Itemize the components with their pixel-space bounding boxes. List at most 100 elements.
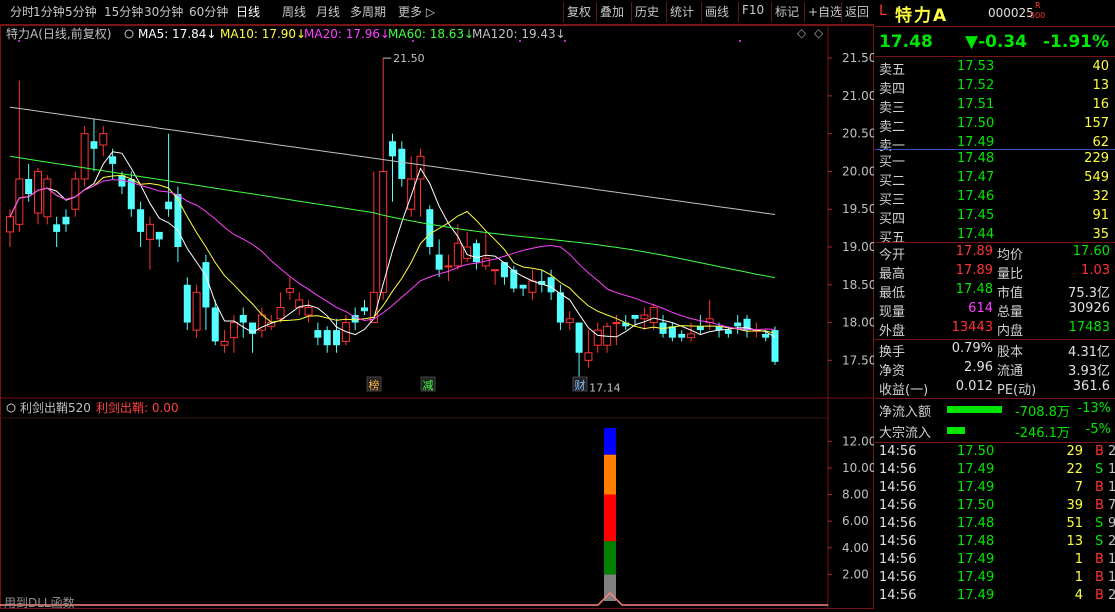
candle-body — [165, 201, 173, 210]
stat-value-b-3: 30926 — [1068, 301, 1110, 316]
candle-body — [565, 318, 574, 324]
stock-code: 000025 — [988, 6, 1034, 20]
stat-label-a-1: 最高 — [879, 267, 906, 282]
stat-label-a-2: 最低 — [879, 286, 906, 301]
candle-body — [6, 216, 14, 233]
tab-5[interactable]: 60分钟 — [189, 3, 228, 20]
trade-time-7: 14:56 — [879, 570, 917, 585]
trade-side-0: B — [1095, 444, 1104, 459]
trade-count-4: 9 — [1108, 516, 1115, 531]
ask-2-price: 17.51 — [957, 97, 995, 112]
candle-body — [584, 352, 593, 361]
code-badge-top: R — [1035, 1, 1041, 10]
candle-body — [547, 277, 555, 293]
tab-2[interactable]: 5分钟 — [65, 3, 97, 20]
trade-volume-4: 51 — [1066, 516, 1083, 531]
toolbar-button-7[interactable]: +自选 — [808, 3, 842, 20]
trade-count-6: 1 — [1108, 552, 1115, 567]
toolbar-button-6[interactable]: 标记 — [775, 3, 799, 20]
candle-body — [612, 322, 621, 325]
indicator-value: 利剑出鞘: 0.00 — [96, 400, 179, 415]
candle-body — [398, 148, 406, 179]
candle-body — [593, 329, 602, 346]
toolbar-button-4[interactable]: 画线 — [705, 3, 729, 20]
event-marker-2: 财 — [575, 378, 586, 392]
tab-0[interactable]: 分时 — [10, 3, 34, 20]
bid-4-volume: 35 — [1092, 227, 1109, 242]
trade-volume-3: 39 — [1066, 498, 1083, 513]
toolbar-divider — [631, 2, 632, 22]
ask-3-label: 卖二 — [879, 120, 906, 135]
stat-value-a-3: 614 — [968, 301, 993, 316]
panel-divider — [875, 339, 1115, 340]
toolbar-button-2[interactable]: 历史 — [635, 3, 659, 20]
tab-10[interactable]: 更多 ▷ — [398, 3, 435, 20]
trade-count-1: 1 — [1108, 462, 1115, 477]
candle-body — [43, 178, 52, 218]
candle-body — [90, 141, 98, 149]
toolbar-button-3[interactable]: 统计 — [670, 3, 694, 20]
low-marker-label: 17.14 — [589, 382, 621, 395]
price-change-pct: -1.91% — [1043, 32, 1110, 52]
candle-body — [333, 330, 341, 346]
candle-body — [649, 306, 658, 324]
candle-body — [771, 330, 779, 362]
bid-1-label: 买二 — [879, 174, 906, 189]
bid-0-price: 17.48 — [957, 151, 995, 166]
chart-border — [0, 25, 874, 609]
price-tick-label: 20.00 — [842, 164, 874, 178]
signal-dot — [739, 40, 741, 42]
flow-label-1: 大宗流入 — [879, 426, 932, 441]
toolbar-button-5[interactable]: F10 — [742, 3, 764, 17]
indicator-settings-icon[interactable] — [6, 403, 16, 413]
candle-body — [435, 254, 443, 270]
tab-8[interactable]: 月线 — [316, 3, 340, 20]
tab-6[interactable]: 日线 — [236, 3, 260, 20]
tab-7[interactable]: 周线 — [282, 3, 306, 20]
ask-3-price: 17.50 — [957, 116, 995, 131]
tab-3[interactable]: 15分钟 — [104, 3, 143, 20]
candle-body — [687, 333, 696, 339]
ma-label-4: MA120: 19.43↓ — [472, 27, 566, 41]
candlestick-chart[interactable]: 特力A(日线,前复权) MA5: 17.84↓ MA10: 17.90↓MA20: … — [0, 25, 876, 610]
toolbar-button-0[interactable]: 复权 — [567, 3, 591, 20]
toolbar-button-1[interactable]: 叠加 — [600, 3, 624, 20]
ask-1-volume: 13 — [1092, 78, 1109, 93]
candle-body — [15, 178, 24, 225]
stat-label-a-4: 外盘 — [879, 324, 906, 339]
toolbar-button-8[interactable]: 返回 — [845, 3, 869, 20]
stat-value-a-0: 17.89 — [955, 244, 993, 259]
candle-body — [53, 224, 61, 232]
flow-bar-0 — [947, 406, 1002, 413]
toolbar-divider — [563, 2, 564, 22]
trade-price-3: 17.50 — [957, 498, 995, 513]
chart-area[interactable]: 特力A(日线,前复权) MA5: 17.84↓ MA10: 17.90↓ MA20: … — [0, 25, 876, 610]
tab-1[interactable]: 1分钟 — [33, 3, 65, 20]
tab-4[interactable]: 30分钟 — [144, 3, 183, 20]
ask-4-price: 17.49 — [957, 135, 995, 150]
ask-0-label: 卖五 — [879, 63, 906, 78]
candle-body — [183, 284, 191, 323]
price-tick-label: 19.00 — [842, 240, 874, 254]
candle-body — [99, 133, 108, 146]
stat-label-b-4: 内盘 — [997, 324, 1024, 339]
stat-value-b-1: 1.03 — [1081, 263, 1110, 278]
candle-body — [304, 306, 313, 316]
price-tick-label: 17.50 — [842, 353, 874, 367]
fin-value-b-2: 361.6 — [1072, 379, 1110, 394]
bid-4-price: 17.44 — [957, 227, 995, 242]
candle-body — [174, 194, 182, 247]
indicator-tick-label: 4.00 — [842, 541, 869, 555]
candle-body — [202, 262, 210, 308]
price-change: ▼-0.34 — [965, 32, 1028, 52]
fin-value-b-0: 4.31亿 — [1068, 345, 1110, 360]
stat-value-b-0: 17.60 — [1072, 244, 1110, 259]
ask-3-volume: 157 — [1084, 116, 1109, 131]
fin-value-b-1: 3.93亿 — [1068, 364, 1110, 379]
trade-price-2: 17.49 — [957, 480, 995, 495]
candle-body — [463, 246, 472, 259]
fin-label-b-2: PE(动) — [997, 383, 1037, 398]
tab-9[interactable]: 多周期 — [350, 3, 386, 20]
candle-body — [80, 133, 89, 180]
settings-dot-icon[interactable] — [124, 29, 134, 39]
